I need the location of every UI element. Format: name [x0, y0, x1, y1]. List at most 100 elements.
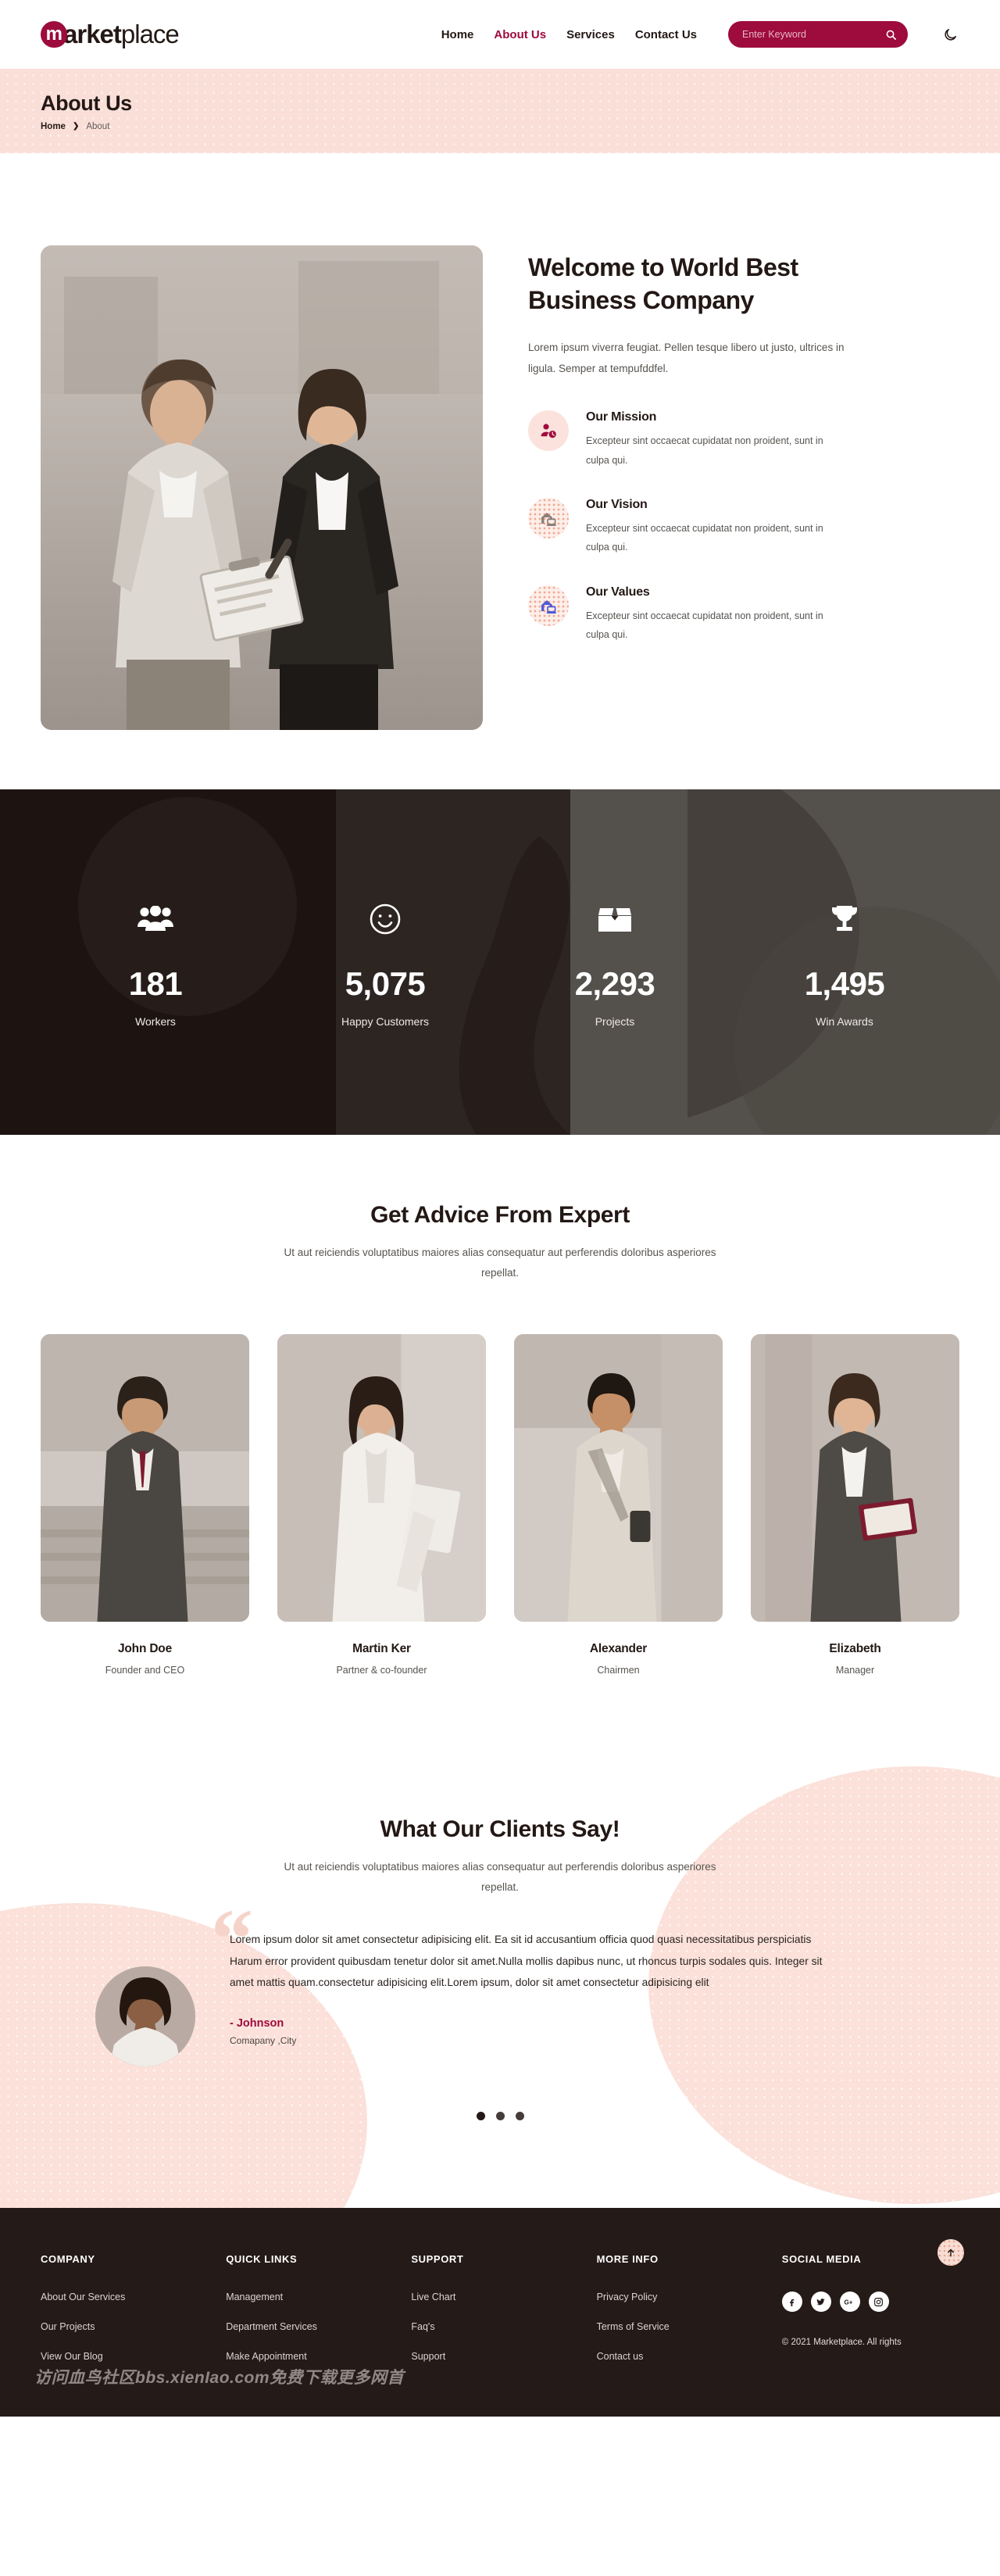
team-member-role: Founder and CEO: [105, 1664, 185, 1676]
testimonial-quote-wrap: “ Lorem ipsum dolor sit amet consectetur…: [211, 1898, 905, 2046]
carousel-dot-3[interactable]: [515, 2112, 524, 2121]
open-box-icon: [500, 896, 730, 942]
nav-item-home[interactable]: Home: [441, 28, 474, 41]
footer-link[interactable]: Faq's: [411, 2321, 588, 2332]
footer-column-company: COMPANY About Our Services Our Projects …: [41, 2253, 218, 2381]
team-member-card[interactable]: John Doe Founder and CEO: [41, 1333, 249, 1676]
footer-link[interactable]: View Our Blog: [41, 2351, 218, 2362]
social-links: G+: [781, 2292, 959, 2313]
testimonial-avatar: [95, 1966, 195, 2067]
stat-value: 5,075: [345, 965, 426, 1002]
theme-toggle-button[interactable]: [941, 25, 959, 44]
stat-happy-customers: 5,075 Happy Customers: [270, 896, 500, 1028]
carousel-dot-1[interactable]: [476, 2112, 485, 2121]
team-member-role: Partner & co-founder: [336, 1664, 427, 1676]
chevron-right-icon: ❯: [72, 122, 80, 131]
team-member-card[interactable]: Alexander Chairmen: [514, 1333, 723, 1676]
twitter-icon[interactable]: [810, 2292, 831, 2313]
svg-text:G+: G+: [845, 2299, 853, 2306]
arrow-up-icon: [948, 2249, 954, 2257]
people-group-icon: [41, 896, 270, 942]
feature-text: Excepteur sint occaecat cupidatat non pr…: [586, 610, 823, 641]
feature-our-vision: Our Vision Excepteur sint occaecat cupid…: [528, 497, 959, 557]
team-member-role: Manager: [835, 1664, 875, 1676]
site-logo[interactable]: m arket place: [41, 20, 180, 49]
team-member-role: Chairmen: [597, 1664, 640, 1676]
team-section: Get Advice From Expert Ut aut reiciendis…: [0, 1135, 1000, 1751]
google-plus-icon[interactable]: G+: [839, 2292, 860, 2313]
footer-link[interactable]: Our Projects: [41, 2321, 218, 2332]
stat-value: 1,495: [804, 965, 885, 1002]
nav-item-contact-us[interactable]: Contact Us: [635, 28, 697, 41]
feature-title: Our Mission: [586, 410, 657, 424]
feature-title: Our Vision: [586, 497, 648, 511]
footer-column-heading: COMPANY: [41, 2253, 95, 2266]
footer-link[interactable]: Department Services: [226, 2321, 403, 2332]
search-input[interactable]: [742, 29, 885, 40]
testimonial-author-block: - Johnson Comapany ,City: [230, 2017, 905, 2046]
footer-link[interactable]: About Our Services: [41, 2292, 218, 2302]
team-grid: John Doe Founder and CEO Martin Ker Part…: [41, 1333, 959, 1676]
footer-columns: COMPANY About Our Services Our Projects …: [41, 2253, 959, 2381]
smiley-face-icon: [270, 896, 500, 942]
stats-section: 181 Workers 5,075 Happy Customers 2,293 …: [0, 789, 1000, 1135]
team-title: Get Advice From Expert: [370, 1202, 630, 1228]
search-box[interactable]: [728, 21, 908, 48]
feature-our-mission: Our Mission Excepteur sint occaecat cupi…: [528, 410, 959, 470]
footer-column-heading: QUICK LINKS: [226, 2253, 298, 2266]
carousel-dot-2[interactable]: [495, 2112, 505, 2121]
breadcrumb-home[interactable]: Home: [41, 122, 66, 131]
stat-win-awards: 1,495 Win Awards: [730, 896, 959, 1028]
team-member-card[interactable]: Elizabeth Manager: [751, 1333, 959, 1676]
testimonial-subtitle: Ut aut reiciendis voluptatibus maiores a…: [284, 1860, 716, 1893]
back-to-top-button[interactable]: [938, 2239, 964, 2267]
testimonial-author-company: Comapany ,City: [230, 2035, 297, 2047]
footer-link[interactable]: Make Appointment: [226, 2351, 403, 2362]
trophy-icon: [730, 896, 959, 942]
footer-link[interactable]: Contact us: [597, 2351, 774, 2362]
facebook-icon[interactable]: [781, 2292, 802, 2313]
feature-text: Excepteur sint occaecat cupidatat non pr…: [586, 435, 823, 466]
footer-link[interactable]: Live Chart: [411, 2292, 588, 2302]
footer-column-heading: SOCIAL MEDIA: [781, 2253, 862, 2266]
moon-icon: [944, 28, 956, 41]
testimonial-carousel-dots: [41, 2112, 959, 2121]
welcome-heading: Welcome to World Best Business Company: [528, 253, 798, 314]
team-member-photo: [751, 1333, 959, 1622]
welcome-media: [41, 199, 564, 730]
feature-our-values: Our Values Excepteur sint occaecat cupid…: [528, 585, 959, 645]
testimonial-quote: Lorem ipsum dolor sit amet consectetur a…: [230, 1934, 823, 1989]
instagram-icon[interactable]: [868, 2292, 889, 2313]
business-people-photo: [41, 245, 483, 730]
logo-text-bold: arket: [63, 20, 122, 48]
nav-item-about-us[interactable]: About Us: [494, 28, 546, 41]
feature-text: Excepteur sint occaecat cupidatat non pr…: [586, 522, 823, 553]
footer-link[interactable]: Support: [411, 2351, 588, 2362]
nav-item-services[interactable]: Services: [566, 28, 615, 41]
breadcrumb: Home ❯ About: [41, 122, 959, 131]
team-member-photo: [41, 1333, 249, 1622]
testimonial-section: What Our Clients Say! Ut aut reiciendis …: [0, 1750, 1000, 2209]
page-hero: About Us Home ❯ About: [0, 69, 1000, 153]
stat-projects: 2,293 Projects: [500, 896, 730, 1028]
footer-link[interactable]: Privacy Policy: [597, 2292, 774, 2302]
main-nav: Home About Us Services Contact Us: [441, 21, 959, 48]
team-member-name: Martin Ker: [352, 1641, 411, 1655]
team-member-photo: [277, 1333, 486, 1622]
search-icon[interactable]: [885, 29, 897, 41]
footer-copyright: © 2021 Marketplace. All rights: [781, 2338, 902, 2348]
footer-column-more-info: MORE INFO Privacy Policy Terms of Servic…: [597, 2253, 774, 2381]
stat-label: Projects: [595, 1015, 635, 1028]
footer-link[interactable]: Terms of Service: [597, 2321, 774, 2332]
stat-label: Happy Customers: [341, 1015, 430, 1028]
users-clock-icon: [528, 410, 569, 452]
home-laptop-icon: [528, 497, 569, 538]
footer-column-social-media: SOCIAL MEDIA G+ © 2021 Marketplace. All …: [781, 2253, 959, 2381]
team-member-card[interactable]: Martin Ker Partner & co-founder: [277, 1333, 486, 1676]
page-title: About Us: [41, 91, 132, 115]
site-footer: COMPANY About Our Services Our Projects …: [0, 2208, 1000, 2417]
footer-link[interactable]: Management: [226, 2292, 403, 2302]
logo-badge-icon: m: [41, 21, 67, 48]
team-member-name: Alexander: [589, 1641, 648, 1655]
welcome-section: Welcome to World Best Business Company L…: [0, 153, 1000, 789]
